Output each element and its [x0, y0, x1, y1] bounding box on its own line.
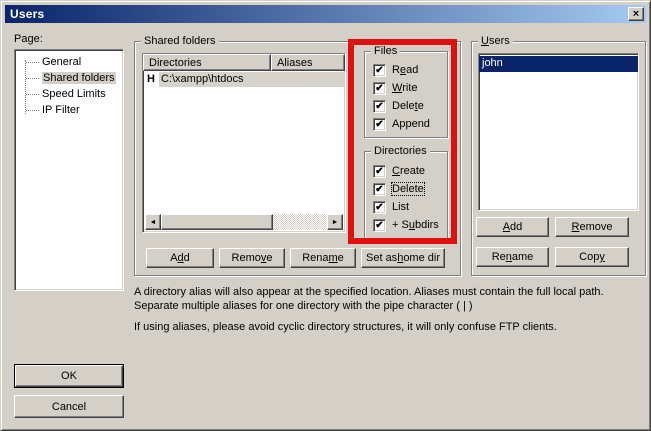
sidebar-item-general[interactable]: General [15, 54, 123, 70]
alias-note-1: A directory alias will also appear at th… [134, 285, 642, 313]
close-icon: × [633, 9, 639, 19]
scroll-left-icon: ◄ [150, 219, 157, 226]
files-delete-label[interactable]: Delete [392, 100, 424, 112]
shared-add-button[interactable]: Add [146, 248, 214, 268]
sidebar-item-shared-folders[interactable]: Shared folders [15, 70, 123, 86]
dirs-delete-option: ✔ Delete [373, 182, 424, 196]
user-list-item[interactable]: john [479, 56, 638, 72]
scroll-right-icon: ► [332, 219, 339, 226]
list-checkbox[interactable]: ✔ [373, 201, 386, 214]
scroll-left-button[interactable]: ◄ [145, 214, 161, 230]
directory-row[interactable]: H C:\xampp\htdocs [143, 71, 345, 87]
set-as-home-dir-button[interactable]: Set as home dir [361, 248, 445, 268]
read-checkbox[interactable]: ✔ [373, 64, 386, 77]
dirs-list-option: ✔ List [373, 200, 409, 214]
scroll-thumb[interactable] [161, 214, 273, 230]
append-checkbox[interactable]: ✔ [373, 118, 386, 131]
append-label[interactable]: Append [392, 118, 430, 130]
users-dialog: Users × Page: General Shared folders Spe… [0, 0, 651, 431]
read-label[interactable]: Read [392, 64, 418, 76]
files-delete-option: ✔ Delete [373, 99, 424, 113]
page-label: Page: [14, 33, 43, 45]
write-label[interactable]: Write [392, 82, 417, 94]
subdirs-checkbox[interactable]: ✔ [373, 219, 386, 232]
column-header-directories[interactable]: Directories [143, 54, 271, 71]
create-checkbox[interactable]: ✔ [373, 165, 386, 178]
users-copy-button[interactable]: Copy [555, 247, 629, 267]
alias-note-2: If using aliases, please avoid cyclic di… [134, 320, 642, 334]
directory-listview: Directories Aliases H C:\xampp\htdocs ◄ … [142, 53, 346, 233]
directory-path: C:\xampp\htdocs [159, 72, 345, 87]
window-title: Users [10, 7, 628, 21]
files-delete-checkbox[interactable]: ✔ [373, 100, 386, 113]
files-permissions-group: Files ✔ Read ✔ Write ✔ Delete ✔ Append [364, 51, 448, 138]
subdirs-label[interactable]: + Subdirs [392, 219, 439, 231]
listview-header: Directories Aliases [143, 54, 345, 71]
horizontal-scrollbar: ◄ ► [145, 214, 343, 230]
files-read-option: ✔ Read [373, 63, 418, 77]
shared-rename-button[interactable]: Rename [290, 248, 356, 268]
alias-notes: A directory alias will also appear at th… [134, 285, 642, 334]
shared-folders-group-label: Shared folders [141, 35, 219, 47]
cancel-button[interactable]: Cancel [14, 395, 124, 418]
scroll-right-button[interactable]: ► [327, 214, 343, 230]
shared-remove-button[interactable]: Remove [219, 248, 285, 268]
dirs-subdirs-option: ✔ + Subdirs [373, 218, 439, 232]
dirs-create-option: ✔ Create [373, 164, 425, 178]
column-header-aliases[interactable]: Aliases [271, 54, 345, 71]
write-checkbox[interactable]: ✔ [373, 82, 386, 95]
ok-button-ring: OK [14, 364, 124, 388]
sidebar-item-speed-limits[interactable]: Speed Limits [15, 86, 123, 102]
users-remove-button[interactable]: Remove [555, 217, 629, 237]
users-listbox: john [478, 53, 639, 211]
sidebar-item-ip-filter[interactable]: IP Filter [15, 102, 123, 118]
close-button[interactable]: × [628, 7, 644, 21]
users-group-label: Users [478, 35, 513, 47]
users-rename-button[interactable]: Rename [476, 247, 549, 267]
dirs-delete-label[interactable]: Delete [392, 183, 424, 195]
directories-permissions-group: Directories ✔ Create ✔ Delete ✔ List ✔ +… [364, 151, 448, 239]
scroll-track[interactable] [273, 214, 327, 230]
dirs-delete-checkbox[interactable]: ✔ [373, 183, 386, 196]
titlebar: Users × [5, 5, 646, 23]
page-tree: General Shared folders Speed Limits IP F… [14, 49, 124, 291]
create-label[interactable]: Create [392, 165, 425, 177]
ok-button[interactable]: OK [15, 365, 123, 387]
list-label[interactable]: List [392, 201, 409, 213]
directories-group-label: Directories [371, 145, 430, 157]
users-add-button[interactable]: Add [476, 217, 549, 237]
files-group-label: Files [371, 45, 400, 57]
home-marker: H [147, 73, 159, 85]
files-append-option: ✔ Append [373, 117, 430, 131]
files-write-option: ✔ Write [373, 81, 417, 95]
